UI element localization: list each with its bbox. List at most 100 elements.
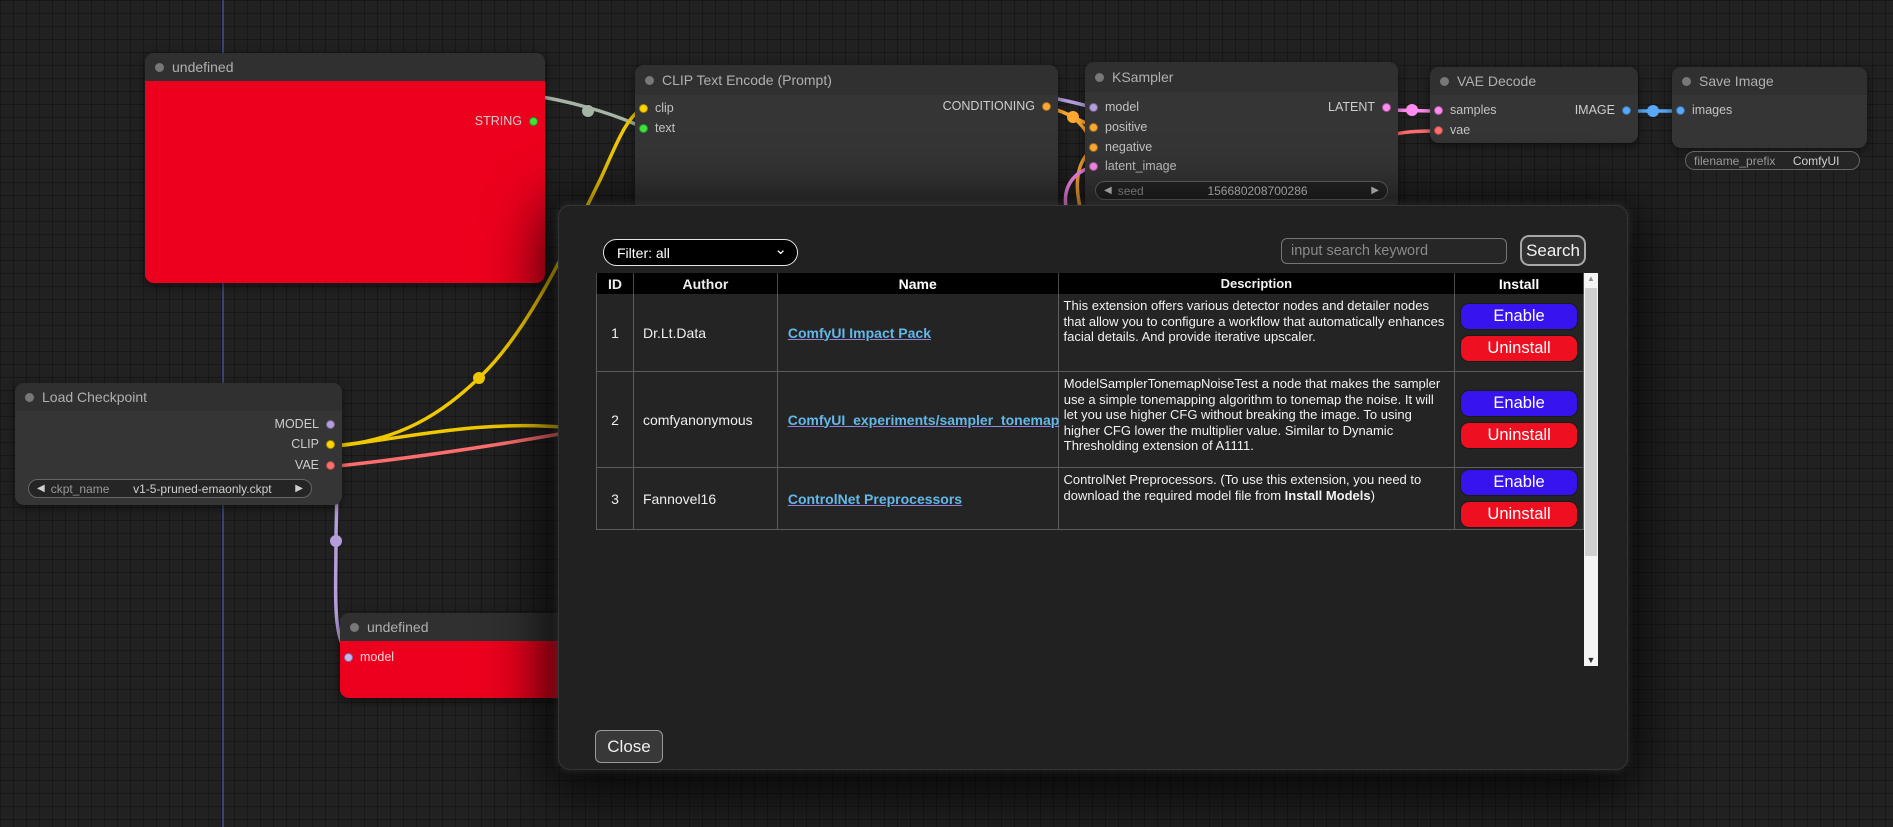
header-install: Install (1455, 273, 1584, 294)
node-title: KSampler (1112, 69, 1173, 85)
ckpt-name-widget[interactable]: ◀ ckpt_name v1-5-pruned-emaonly.ckpt ▶ (28, 479, 312, 498)
node-clip-text-encode[interactable]: CLIP Text Encode (Prompt) clip text COND… (635, 65, 1058, 215)
node-body: STRING (145, 81, 545, 283)
node-title-bar[interactable]: Load Checkpoint (15, 383, 342, 411)
uninstall-button[interactable]: Uninstall (1460, 501, 1578, 528)
input-slot-positive: positive (1085, 117, 1398, 137)
table-row: 3 Fannovel16 ControlNet Preprocessors Co… (596, 468, 1584, 530)
search-button[interactable]: Search (1520, 235, 1586, 266)
node-title: VAE Decode (1457, 73, 1536, 89)
text-input-dot[interactable] (639, 124, 648, 133)
author-cell: comfyanonymous (634, 372, 778, 467)
input-slot-text: text (635, 118, 1058, 138)
model-input-dot[interactable] (344, 653, 353, 662)
node-title-bar[interactable]: CLIP Text Encode (Prompt) (635, 65, 1058, 95)
output-slot-model: MODEL (275, 417, 335, 431)
output-slot-string: STRING (475, 114, 538, 128)
table-scrollbar[interactable]: ▲ ▼ (1584, 273, 1598, 666)
node-save-image[interactable]: Save Image images filename_prefix ComfyU… (1672, 67, 1867, 148)
extension-link[interactable]: ComfyUI_experiments/sampler_tonemap (788, 412, 1060, 428)
vae-output-dot[interactable] (326, 461, 335, 470)
comfyui-canvas[interactable]: undefined STRING CLIP Text Encode (Promp… (0, 0, 1893, 827)
widget-value: v1-5-pruned-emaonly.ckpt (133, 482, 272, 496)
node-vae-decode[interactable]: VAE Decode samples vae IMAGE (1430, 67, 1638, 143)
scrollbar-up-icon[interactable]: ▲ (1584, 274, 1598, 283)
uninstall-button[interactable]: Uninstall (1460, 422, 1578, 449)
scrollbar-down-icon[interactable]: ▼ (1584, 655, 1598, 665)
header-id: ID (597, 273, 634, 294)
description-cell: ModelSamplerTonemapNoiseTest a node that… (1059, 372, 1455, 467)
images-input-dot[interactable] (1676, 106, 1685, 115)
extension-table: ID Author Name Description Install 1 Dr.… (596, 273, 1584, 530)
seed-widget[interactable]: ◀ seed 156680208700286 ▶ (1095, 181, 1388, 200)
widget-right-arrow-icon[interactable]: ▶ (1371, 185, 1379, 196)
enable-button[interactable]: Enable (1460, 469, 1578, 496)
widget-left-arrow-icon[interactable]: ◀ (1104, 185, 1112, 196)
string-output-dot[interactable] (529, 117, 538, 126)
positive-input-dot[interactable] (1089, 123, 1098, 132)
model-output-dot[interactable] (326, 420, 335, 429)
filter-select[interactable]: Filter: all (603, 239, 798, 266)
filter-select-wrap: Filter: all (603, 239, 798, 266)
collapse-dot-icon[interactable] (1095, 73, 1104, 82)
input-slot-images: images (1672, 100, 1867, 120)
widget-value: 156680208700286 (1207, 184, 1307, 198)
enable-button[interactable]: Enable (1460, 390, 1578, 417)
widget-left-arrow-icon[interactable]: ◀ (37, 483, 45, 494)
samples-input-dot[interactable] (1434, 106, 1443, 115)
node-body: model positive negative latent_image LAT… (1085, 92, 1398, 175)
latent-image-input-dot[interactable] (1089, 162, 1098, 171)
header-author: Author (634, 273, 778, 294)
table-row: 1 Dr.Lt.Data ComfyUI Impact Pack This ex… (596, 294, 1584, 372)
widget-label: seed (1118, 184, 1144, 198)
conditioning-output-dot[interactable] (1042, 102, 1051, 111)
collapse-dot-icon[interactable] (645, 76, 654, 85)
collapse-dot-icon[interactable] (350, 623, 359, 632)
output-slot-conditioning: CONDITIONING (943, 99, 1051, 113)
node-body: samples vae IMAGE (1430, 95, 1638, 140)
collapse-dot-icon[interactable] (1440, 77, 1449, 86)
filename-prefix-widget[interactable]: filename_prefix ComfyUI (1685, 151, 1860, 170)
latent-output-dot[interactable] (1382, 103, 1391, 112)
widget-label: filename_prefix (1694, 154, 1775, 168)
node-title: Load Checkpoint (42, 389, 147, 405)
collapse-dot-icon[interactable] (1682, 77, 1691, 86)
model-input-dot[interactable] (1089, 103, 1098, 112)
extension-manager-dialog: Filter: all Search ID Author Name Descri… (558, 205, 1628, 770)
node-load-checkpoint[interactable]: Load Checkpoint MODEL CLIP VAE ◀ ckpt_na… (15, 383, 342, 505)
widget-right-arrow-icon[interactable]: ▶ (295, 483, 303, 494)
node-title: CLIP Text Encode (Prompt) (662, 72, 832, 88)
image-output-dot[interactable] (1622, 106, 1631, 115)
output-slot-latent: LATENT (1328, 100, 1391, 114)
description-cell: This extension offers various detector n… (1059, 294, 1456, 371)
clip-output-dot[interactable] (326, 440, 335, 449)
extension-link[interactable]: ControlNet Preprocessors (788, 491, 962, 507)
output-slot-clip: CLIP (291, 437, 335, 451)
output-slot-vae: VAE (295, 458, 335, 472)
scrollbar-thumb[interactable] (1585, 288, 1597, 556)
collapse-dot-icon[interactable] (155, 63, 164, 72)
negative-input-dot[interactable] (1089, 143, 1098, 152)
extension-link[interactable]: ComfyUI Impact Pack (788, 325, 931, 341)
close-button[interactable]: Close (595, 730, 663, 763)
node-title-bar[interactable]: undefined (145, 53, 545, 81)
node-title-bar[interactable]: VAE Decode (1430, 67, 1638, 95)
table-header-row: ID Author Name Description Install (596, 273, 1584, 294)
input-slot-negative: negative (1085, 137, 1398, 157)
node-title: undefined (172, 59, 234, 75)
vae-input-dot[interactable] (1434, 126, 1443, 135)
enable-button[interactable]: Enable (1460, 303, 1578, 330)
node-title-bar[interactable]: Save Image (1672, 67, 1867, 95)
node-ksampler[interactable]: KSampler model positive negative latent_… (1085, 62, 1398, 210)
output-slot-image: IMAGE (1575, 103, 1631, 117)
node-body: images filename_prefix ComfyUI (1672, 95, 1867, 120)
node-title: Save Image (1699, 73, 1774, 89)
search-input[interactable] (1281, 238, 1507, 264)
widget-label: ckpt_name (51, 482, 110, 496)
uninstall-button[interactable]: Uninstall (1460, 335, 1578, 362)
node-title: undefined (367, 619, 429, 635)
clip-input-dot[interactable] (639, 104, 648, 113)
collapse-dot-icon[interactable] (25, 393, 34, 402)
node-undefined-1[interactable]: undefined STRING (145, 53, 545, 283)
node-title-bar[interactable]: KSampler (1085, 62, 1398, 92)
